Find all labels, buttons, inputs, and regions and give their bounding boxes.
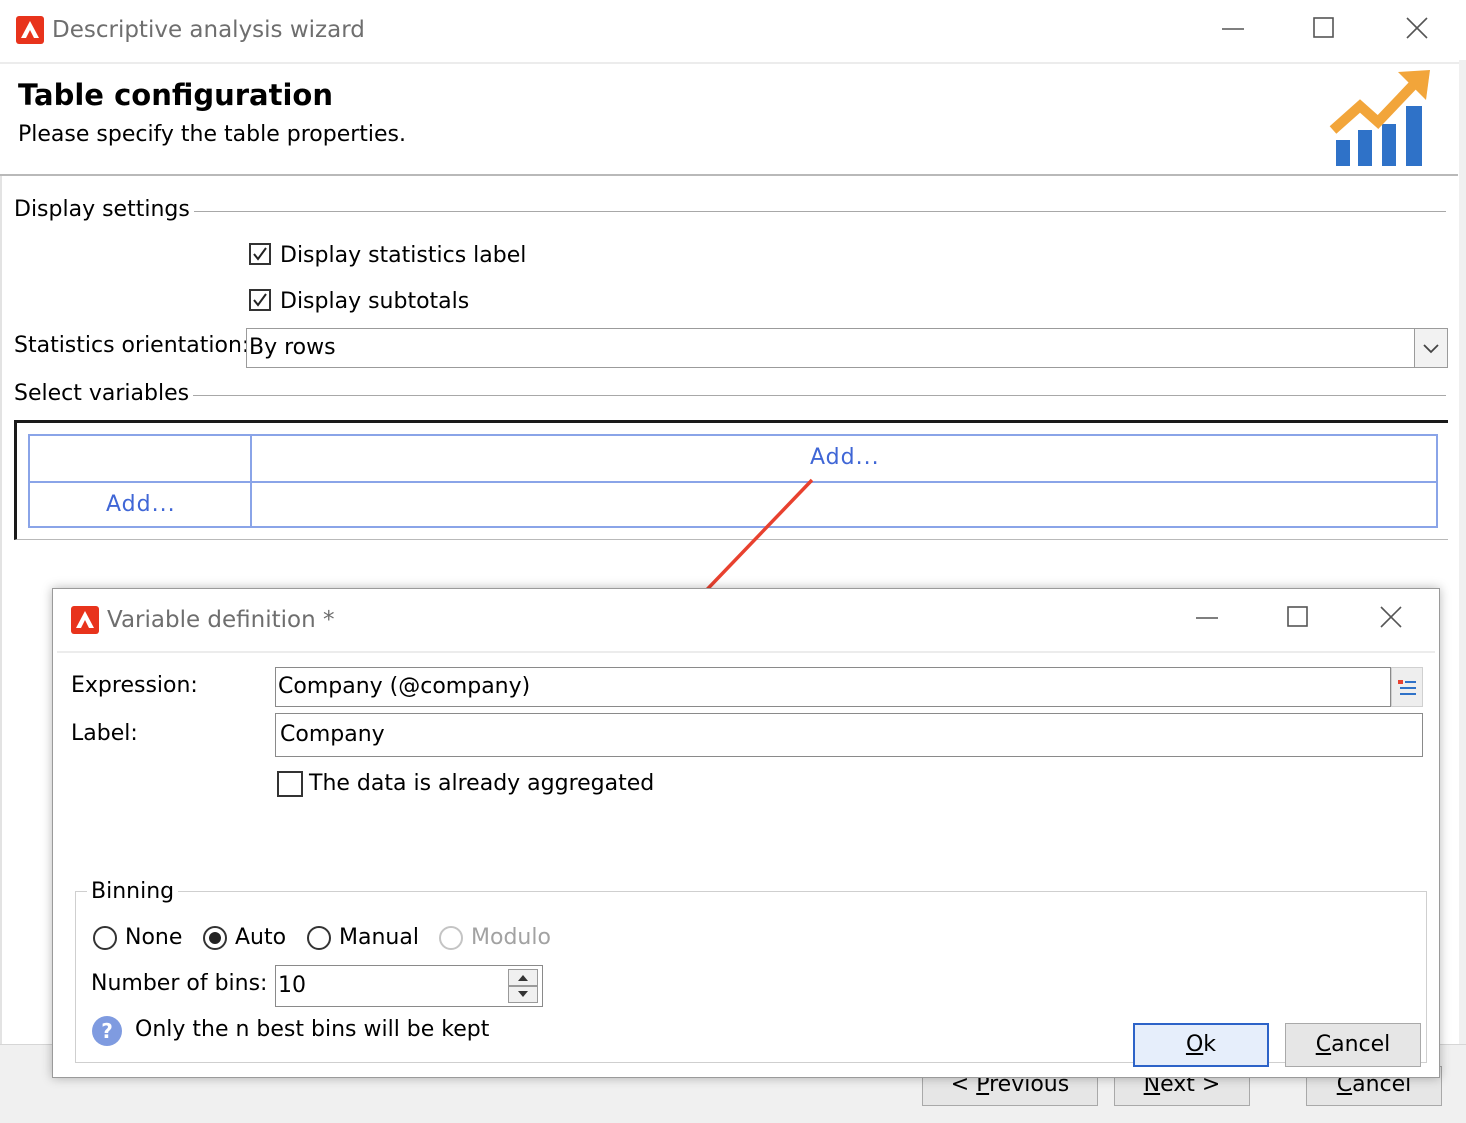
label-field[interactable]: Company xyxy=(275,713,1423,757)
expression-field[interactable]: Company (@company) xyxy=(275,667,1391,707)
ok-label: k xyxy=(1203,1032,1217,1057)
dialog-cancel-button[interactable]: Cancel xyxy=(1285,1023,1421,1067)
window-title: Descriptive analysis wizard xyxy=(52,17,365,43)
variable-definition-dialog: Variable definition * Expression: Compan… xyxy=(52,588,1440,1078)
expression-label: Expression: xyxy=(71,673,198,698)
label-label: Label: xyxy=(71,721,138,746)
app-logo-icon xyxy=(16,16,44,44)
maximize-icon[interactable] xyxy=(1306,10,1342,46)
statistics-orientation-select[interactable]: By rows xyxy=(246,328,1448,368)
statistics-orientation-value: By rows xyxy=(249,335,336,360)
display-settings-divider xyxy=(180,211,1446,212)
number-of-bins-input[interactable]: 10 xyxy=(275,965,543,1007)
minimize-icon[interactable] xyxy=(1216,12,1252,48)
number-of-bins-label: Number of bins: xyxy=(91,971,268,996)
display-statistics-label-checkbox[interactable] xyxy=(249,243,271,265)
ok-button[interactable]: Ok xyxy=(1133,1023,1269,1067)
binning-label: Binning xyxy=(87,879,179,905)
display-subtotals-checkbox[interactable] xyxy=(249,289,271,311)
chevron-down-icon[interactable] xyxy=(1414,329,1447,367)
help-icon: ? xyxy=(91,1015,123,1047)
expression-value: Company (@company) xyxy=(278,674,531,699)
expression-editor-icon[interactable] xyxy=(1391,667,1423,707)
already-aggregated-checkbox[interactable] xyxy=(277,771,303,797)
table-row-divider xyxy=(30,481,1436,483)
binning-none-radio[interactable] xyxy=(93,926,117,950)
window-right-edge xyxy=(1459,60,1466,1122)
dialog-title: Variable definition * xyxy=(107,607,335,633)
header-separator xyxy=(0,174,1458,176)
ok-mnemonic: O xyxy=(1185,1032,1204,1057)
binning-manual-label[interactable]: Manual xyxy=(339,925,419,951)
display-statistics-label-text[interactable]: Display statistics label xyxy=(280,243,526,269)
binning-modulo-label: Modulo xyxy=(471,925,551,950)
dialog-body: Expression: Company (@company) Label: Co… xyxy=(57,651,1435,1075)
dialog-close-icon[interactable] xyxy=(1373,599,1409,635)
binning-auto-radio[interactable] xyxy=(203,926,227,950)
add-row-variable-link[interactable]: Add... xyxy=(106,492,176,517)
binning-manual-radio[interactable] xyxy=(307,926,331,950)
add-column-variable-link[interactable]: Add... xyxy=(810,445,880,470)
page-title: Table configuration xyxy=(18,78,333,112)
display-subtotals-text[interactable]: Display subtotals xyxy=(280,289,469,315)
number-of-bins-value: 10 xyxy=(278,973,306,998)
select-variables-divider xyxy=(178,395,1446,396)
binning-none-label[interactable]: None xyxy=(125,925,182,951)
display-settings-label: Display settings xyxy=(14,197,194,223)
already-aggregated-text[interactable]: The data is already aggregated xyxy=(309,771,654,797)
close-icon[interactable] xyxy=(1399,10,1435,46)
binning-auto-label[interactable]: Auto xyxy=(235,925,286,951)
window-left-edge xyxy=(0,176,2,1046)
page-subtitle: Please specify the table properties. xyxy=(18,122,406,147)
dialog-cancel-mnemonic: C xyxy=(1315,1032,1332,1057)
svg-text:?: ? xyxy=(101,1019,113,1043)
select-variables-label: Select variables xyxy=(14,381,194,407)
spin-up-icon[interactable] xyxy=(508,969,538,986)
dialog-app-logo-icon xyxy=(71,606,99,634)
label-value: Company xyxy=(280,722,385,747)
trend-chart-icon xyxy=(1328,68,1432,168)
binning-modulo-radio xyxy=(439,926,463,950)
spin-down-icon[interactable] xyxy=(508,986,538,1003)
dialog-maximize-icon[interactable] xyxy=(1280,599,1316,635)
dialog-cancel-label: ancel xyxy=(1331,1032,1391,1057)
binning-hint: Only the n best bins will be kept xyxy=(135,1017,490,1042)
statistics-orientation-label: Statistics orientation: xyxy=(14,333,250,358)
dialog-minimize-icon[interactable] xyxy=(1190,601,1226,637)
variables-table: Add... Add... xyxy=(28,434,1438,528)
